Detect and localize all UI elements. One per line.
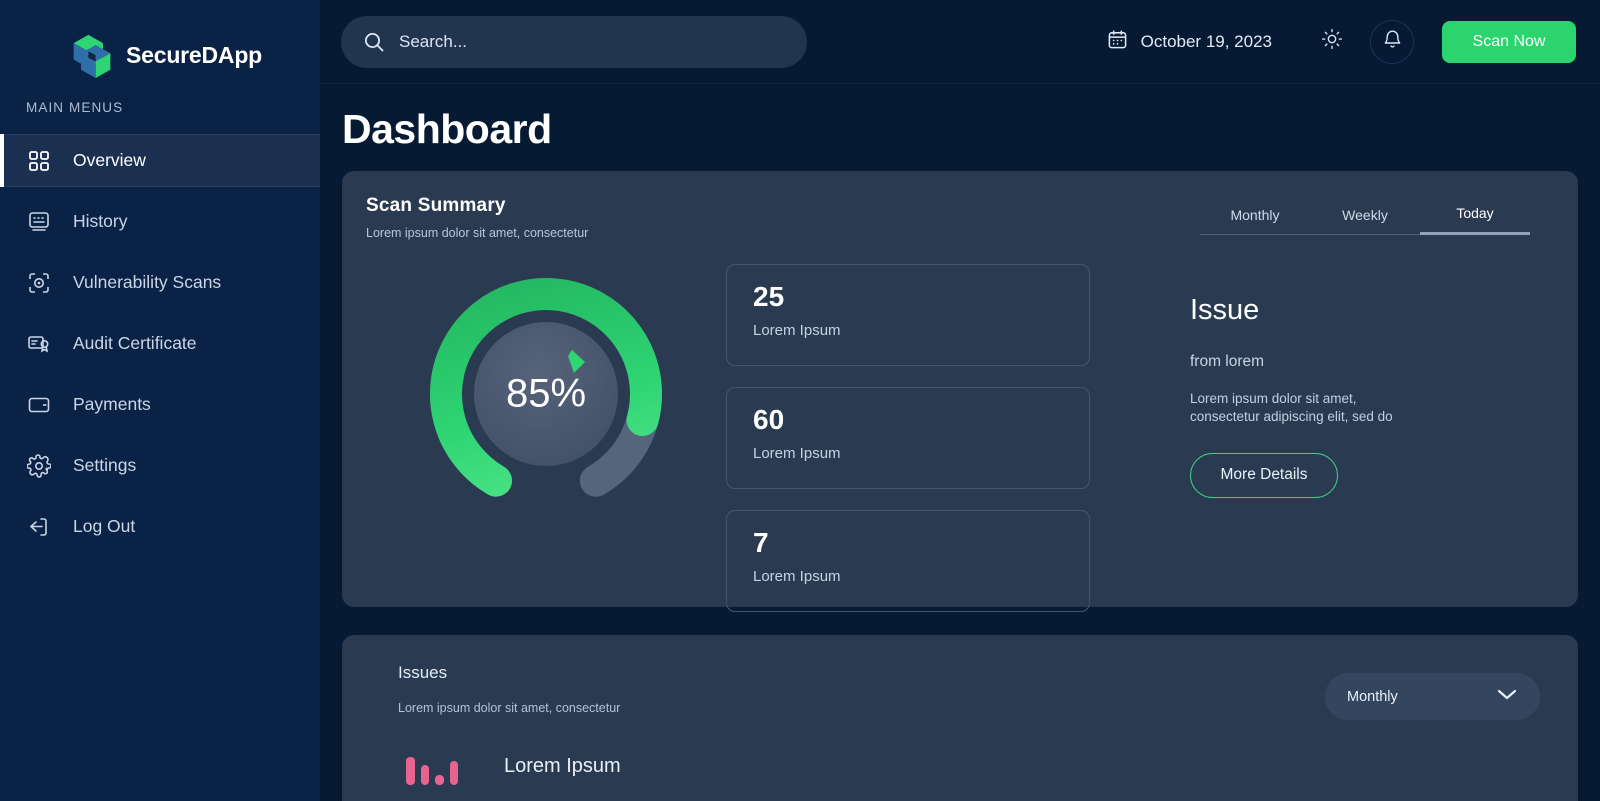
stat-label: Lorem Ipsum <box>753 567 841 585</box>
issues-list-item-label: Lorem Ipsum <box>504 754 621 777</box>
sidebar-item-log-out[interactable]: Log Out <box>0 500 320 553</box>
sidebar-item-label: Payments <box>73 393 151 414</box>
sidebar-item-label: Settings <box>73 454 137 475</box>
scan-now-button[interactable]: Scan Now <box>1442 20 1576 63</box>
issue-panel: Issue from lorem Lorem ipsum dolor sit a… <box>1090 258 1548 612</box>
search-icon <box>363 31 385 53</box>
notifications-button[interactable] <box>1370 19 1414 64</box>
sidebar-item-payments[interactable]: Payments <box>0 378 320 431</box>
sidebar-item-label: Vulnerability Scans <box>73 271 222 292</box>
logout-icon <box>26 514 52 540</box>
issue-panel-description: Lorem ipsum dolor sit amet, consectetur … <box>1190 391 1393 424</box>
theme-toggle-button[interactable] <box>1310 20 1354 64</box>
scan-target-icon <box>26 270 52 296</box>
wallet-icon <box>26 392 52 418</box>
more-details-button[interactable]: More Details <box>1190 452 1338 498</box>
securedapp-logo-icon <box>70 33 114 79</box>
scan-summary-tabs: Monthly Weekly Today <box>1200 205 1530 235</box>
scan-summary-card: Scan Summary Lorem ipsum dolor sit amet,… <box>342 171 1578 612</box>
tab-today[interactable]: Today <box>1420 205 1530 235</box>
search-input[interactable] <box>399 31 785 52</box>
issue-panel-heading: Issue <box>1190 294 1260 326</box>
topbar-right: October 19, 2023 Scan Now <box>1107 19 1576 64</box>
page-title: Dashboard <box>342 106 552 152</box>
issues-period-value: Monthly <box>1347 688 1398 705</box>
issues-list-item[interactable]: Lorem Ipsum <box>398 747 1550 785</box>
calendar-icon <box>1107 29 1128 55</box>
stat-cards: 25 Lorem Ipsum 60 Lorem Ipsum 7 Lorem Ip… <box>726 258 1090 612</box>
sidebar-item-label: Overview <box>73 149 146 170</box>
sidebar-item-audit-certificate[interactable]: Audit Certificate <box>0 317 320 370</box>
brand-logo[interactable]: SecureDApp <box>0 0 320 84</box>
chevron-down-icon <box>1496 687 1518 706</box>
stat-card[interactable]: 25 Lorem Ipsum <box>726 264 1090 366</box>
search-box[interactable] <box>341 15 807 68</box>
issues-card: Issues Lorem ipsum dolor sit amet, conse… <box>342 635 1578 801</box>
sidebar: SecureDApp MAIN MENUS Overview History V… <box>0 0 320 801</box>
top-bar: October 19, 2023 <box>320 0 1600 84</box>
gear-icon <box>26 453 52 479</box>
sidebar-item-settings[interactable]: Settings <box>0 439 320 492</box>
sidebar-section-label: MAIN MENUS <box>26 100 124 115</box>
stat-label: Lorem Ipsum <box>753 444 841 462</box>
sun-icon <box>1321 28 1343 55</box>
sidebar-item-label: Audit Certificate <box>73 332 197 353</box>
certificate-icon <box>26 331 52 357</box>
app-root: SecureDApp MAIN MENUS Overview History V… <box>0 0 1600 801</box>
stat-card[interactable]: 60 Lorem Ipsum <box>726 387 1090 489</box>
scan-score-gauge: 85% <box>422 270 670 518</box>
sidebar-item-label: Log Out <box>73 515 136 536</box>
brand-name: SecureDApp <box>126 42 263 68</box>
date-display[interactable]: October 19, 2023 <box>1107 29 1272 55</box>
date-text: October 19, 2023 <box>1140 31 1272 51</box>
sidebar-item-history[interactable]: History <box>0 195 320 248</box>
history-icon <box>26 209 52 235</box>
main-area: October 19, 2023 <box>320 0 1600 801</box>
tab-weekly[interactable]: Weekly <box>1310 207 1420 235</box>
stat-card[interactable]: 7 Lorem Ipsum <box>726 510 1090 612</box>
sidebar-item-label: History <box>73 210 128 231</box>
sidebar-item-vulnerability-scans[interactable]: Vulnerability Scans <box>0 256 320 309</box>
stat-value: 7 <box>753 527 769 558</box>
sidebar-nav: Overview History Vulnerability Scans Aud… <box>0 134 320 553</box>
gauge-container: 85% <box>366 258 726 612</box>
issue-panel-from: from lorem <box>1190 353 1265 370</box>
tab-monthly[interactable]: Monthly <box>1200 207 1310 235</box>
bell-icon <box>1382 29 1403 55</box>
content-area: Dashboard Scan Summary Lorem ipsum dolor… <box>320 84 1600 801</box>
sidebar-item-overview[interactable]: Overview <box>0 134 320 187</box>
issues-period-select[interactable]: Monthly <box>1325 673 1540 720</box>
bar-chart-icon <box>406 747 458 785</box>
stat-value: 25 <box>753 281 785 312</box>
stat-label: Lorem Ipsum <box>753 321 841 339</box>
gauge-value-label: 85% <box>505 371 587 416</box>
scan-summary-body: 85% 25 Lorem Ipsum 60 Lorem Ipsum 7 Lore… <box>366 258 1548 612</box>
stat-value: 60 <box>753 404 785 435</box>
grid-icon <box>26 148 52 174</box>
